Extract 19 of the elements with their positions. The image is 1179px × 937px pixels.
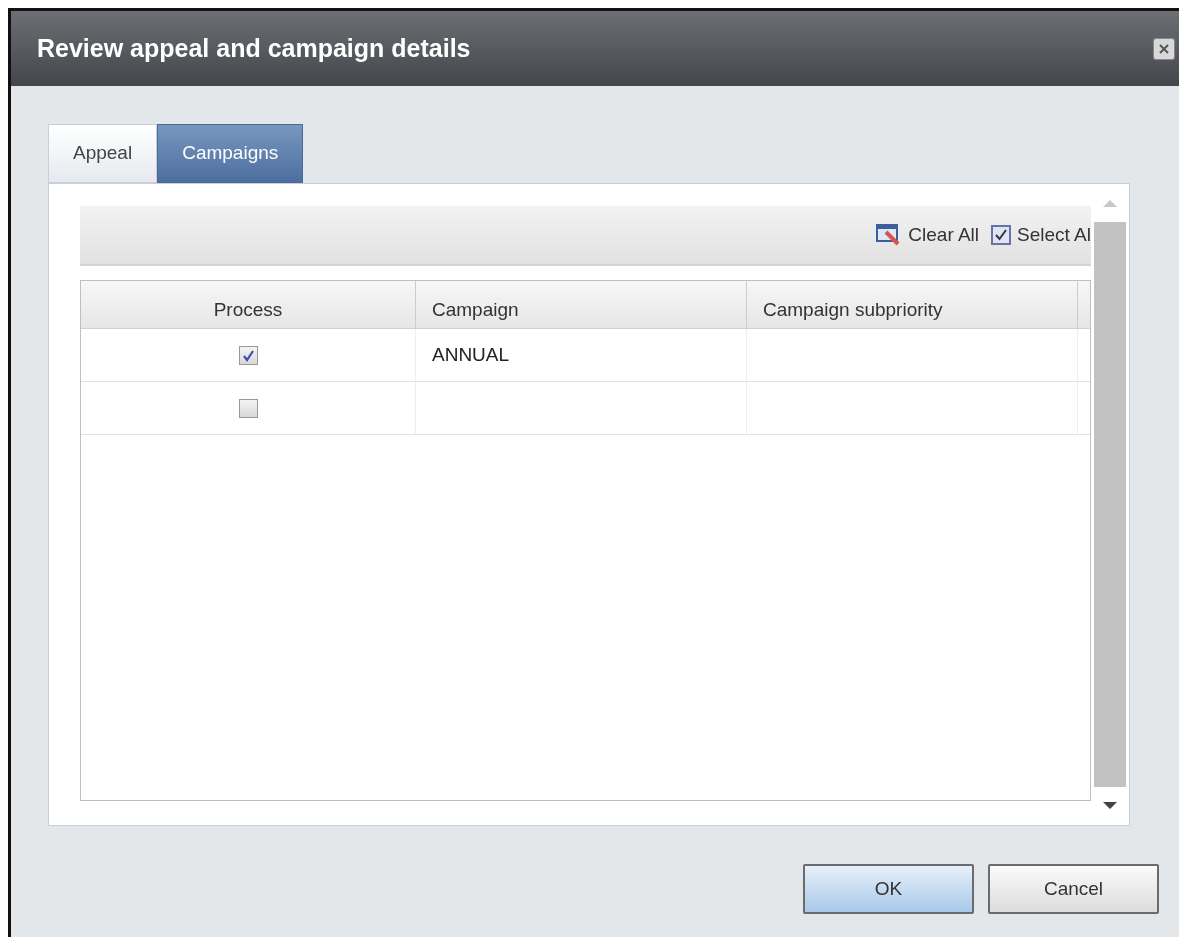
- window-title: Review appeal and campaign details: [37, 32, 471, 64]
- select-all-button[interactable]: Select Al: [991, 220, 1091, 250]
- column-header[interactable]: Campaign subpriority: [747, 281, 1078, 328]
- tab[interactable]: Campaigns: [157, 124, 304, 183]
- column-header[interactable]: Campaign: [416, 281, 747, 328]
- checkbox[interactable]: [238, 345, 258, 365]
- close-icon: [1157, 41, 1171, 56]
- dialog-button[interactable]: OK: [803, 864, 974, 914]
- scroll-up-icon[interactable]: [1102, 198, 1118, 208]
- tab[interactable]: Appeal: [48, 124, 158, 183]
- clear-all-button[interactable]: Clear All: [876, 220, 980, 250]
- checkbox[interactable]: [238, 398, 258, 418]
- close-button[interactable]: [1153, 37, 1175, 60]
- scroll-down-icon[interactable]: [1102, 801, 1118, 811]
- table-cell-text: ANNUAL: [432, 342, 510, 367]
- column-header[interactable]: Process: [81, 281, 416, 328]
- dialog-button[interactable]: Cancel: [988, 864, 1159, 914]
- checkbox-icon: [991, 225, 1012, 245]
- scrollbar-thumb[interactable]: [1094, 222, 1126, 787]
